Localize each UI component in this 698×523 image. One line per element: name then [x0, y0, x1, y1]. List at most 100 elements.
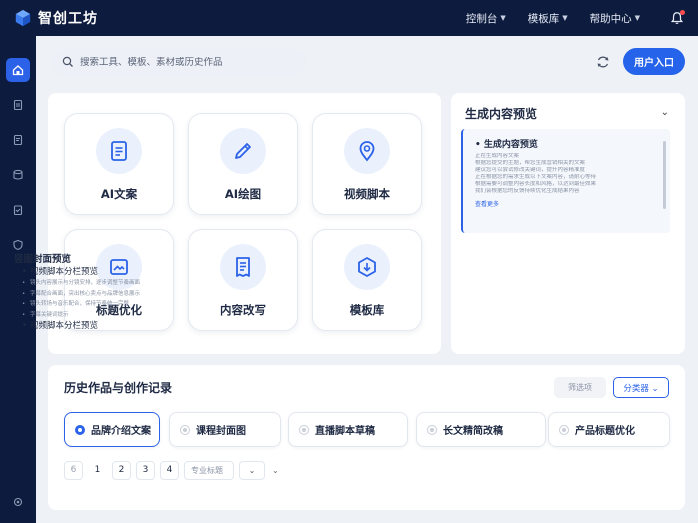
radio-selected-icon: [75, 424, 85, 435]
cover-item-text: 镜头内容展示与分镜安排，逐步调整节奏画面: [30, 279, 141, 286]
chip-label: 长文精简改稿: [443, 426, 503, 437]
tool-card-rewrite[interactable]: 内容改写: [188, 229, 298, 331]
cover-item-text: 镜头转场与音乐配合，保持节奏统一完整: [30, 301, 130, 308]
cover-item: • 字幕关键词提示: [22, 312, 69, 319]
notification-dot: [680, 10, 685, 15]
chip-label: 直播脚本草稿: [315, 426, 375, 437]
nav-templates[interactable]: 模板库 ▼: [528, 11, 568, 26]
nav-help[interactable]: 帮助中心 ▼: [590, 11, 640, 26]
tool-label: AI绘图: [224, 187, 262, 201]
filter-button[interactable]: 筛选项: [554, 377, 606, 398]
history-chip-live-script[interactable]: 直播脚本草稿: [288, 412, 408, 447]
preview-more-link[interactable]: 查看更多: [475, 199, 660, 208]
pager-page[interactable]: 3: [136, 460, 155, 480]
user-entry-button[interactable]: 用户入口: [623, 48, 685, 75]
brand[interactable]: 智创工坊: [14, 8, 98, 28]
pager-prev[interactable]: 6: [64, 460, 83, 480]
history-panel: 历史作品与创作记录 筛选项 分类器 ⌄ 品牌介绍文案 课程封面图 直播脚本草稿 …: [48, 365, 685, 510]
tool-icon-wrap: [220, 128, 266, 174]
search-bar[interactable]: [52, 49, 306, 75]
file-icon: [13, 99, 23, 111]
chevron-down-icon[interactable]: ⌄: [272, 466, 279, 475]
pager-page[interactable]: 2: [112, 460, 131, 480]
radio-dot: [302, 427, 306, 432]
category-dropdown-label: 分类器: [623, 383, 649, 394]
tool-card-ai-copy[interactable]: AI文案: [64, 113, 174, 215]
sidebar-item-docs[interactable]: [6, 128, 30, 152]
cover-preview-title: 竖图封面预览: [14, 254, 72, 265]
chevron-down-icon[interactable]: ⌄: [661, 107, 669, 118]
preview-line: 根据需要可调整内容长度和风格，以达到最佳效果: [475, 181, 597, 187]
sidebar-item-home[interactable]: [6, 58, 30, 82]
top-nav: 控制台 ▼ 模板库 ▼ 帮助中心 ▼: [466, 0, 640, 36]
cover-preview-list: • 视频脚本分栏预览 • 镜头内容展示与分镜安排，逐步调整节奏画面 • 字幕配合画面，…: [22, 267, 140, 332]
preview-line: 我们会根据您的反馈持续优化生成结果内容: [475, 188, 580, 194]
cover-item-text: 视频脚本分栏预览: [30, 320, 99, 331]
history-chip-product-title[interactable]: 产品标题优化: [548, 412, 670, 447]
receipt-icon: [236, 257, 250, 277]
chevron-down-icon: ⌄: [651, 383, 659, 394]
history-title: 历史作品与创作记录: [64, 381, 173, 395]
search-input[interactable]: [80, 56, 290, 68]
refresh-icon[interactable]: [595, 54, 611, 70]
chevron-down-icon[interactable]: ⌄: [239, 460, 265, 480]
preview-line: 建议您可以尝试修改关键词，提升内容精准度: [475, 167, 586, 173]
nav-help-label: 帮助中心: [589, 12, 632, 25]
history-chip-longform-edit[interactable]: 长文精简改稿: [416, 412, 546, 447]
preview-box-heading-text: 生成内容预览: [483, 140, 538, 150]
sidebar-item-files[interactable]: [6, 93, 30, 117]
database-icon: [13, 169, 23, 180]
tool-card-templates[interactable]: 模板库: [312, 229, 422, 331]
radio-dot: [183, 427, 187, 432]
cover-item: • 视频脚本分栏预览: [22, 267, 99, 277]
app-title: 智创工坊: [38, 11, 98, 27]
tool-card-ai-draw[interactable]: AI绘图: [188, 113, 298, 215]
chip-label: 课程封面图: [196, 426, 246, 437]
page-size-select[interactable]: 专业标题: [184, 460, 234, 480]
clipboard-icon: [13, 205, 23, 216]
pencil-icon: [235, 143, 251, 159]
tool-label: 视频脚本: [344, 187, 390, 201]
chip-label: 品牌介绍文案: [91, 426, 151, 437]
pager-page[interactable]: 4: [160, 460, 179, 480]
cover-item: • 字幕配合画面，突出核心卖点与品牌信息展示: [22, 290, 141, 297]
nav-console[interactable]: 控制台 ▼: [466, 11, 506, 26]
radio-dot: [562, 427, 566, 432]
chip-label: 产品标题优化: [575, 426, 635, 437]
chevron-down-icon: ▼: [562, 14, 568, 22]
cover-item: • 镜头内容展示与分镜安排，逐步调整节奏画面: [22, 279, 141, 286]
pagination: 6 1 2 3 4 专业标题 ⌄ ⌄: [64, 459, 279, 481]
pager-page[interactable]: 1: [88, 461, 107, 480]
tool-label: 内容改写: [220, 303, 266, 317]
gear-icon: [13, 497, 23, 507]
sidebar-item-storage[interactable]: [6, 163, 30, 187]
cover-item: • 视频脚本分栏预览: [22, 320, 99, 331]
document-icon: [111, 141, 127, 161]
home-icon: [12, 65, 24, 76]
radio-dot: [78, 427, 82, 432]
radio-icon: [180, 424, 190, 435]
sidebar-item-settings[interactable]: [6, 490, 30, 514]
search-icon: [62, 56, 73, 67]
chevron-down-icon: ▼: [634, 14, 640, 22]
sidebar-item-tasks[interactable]: [6, 198, 30, 222]
preview-line: 根据您提交的主题，帮您生成营销相关的文案: [475, 160, 586, 166]
nav-console-label: 控制台: [465, 12, 498, 25]
tool-icon-wrap: [96, 128, 142, 174]
preview-box-heading: • 生成内容预览: [475, 140, 538, 150]
location-pin-icon: [359, 141, 375, 162]
tool-icon-wrap: [344, 244, 390, 290]
history-chip-course-cover[interactable]: 课程封面图: [169, 412, 281, 447]
history-chip-brand-copy[interactable]: 品牌介绍文案: [64, 412, 160, 447]
cover-item-text: 视频脚本分栏预览: [30, 267, 99, 277]
top-bar: 智创工坊 控制台 ▼ 模板库 ▼ 帮助中心 ▼: [0, 0, 698, 36]
tool-icon-wrap: [220, 244, 266, 290]
category-dropdown[interactable]: 分类器 ⌄: [613, 377, 669, 398]
tool-label: AI文案: [100, 187, 138, 201]
download-box-icon: [358, 257, 376, 277]
scrollbar-thumb[interactable]: [663, 141, 666, 209]
tool-card-video-script[interactable]: 视频脚本: [312, 113, 422, 215]
tool-label: 模板库: [349, 303, 385, 317]
notification-bell-icon[interactable]: [670, 10, 685, 25]
tool-icon-wrap: [344, 128, 390, 174]
